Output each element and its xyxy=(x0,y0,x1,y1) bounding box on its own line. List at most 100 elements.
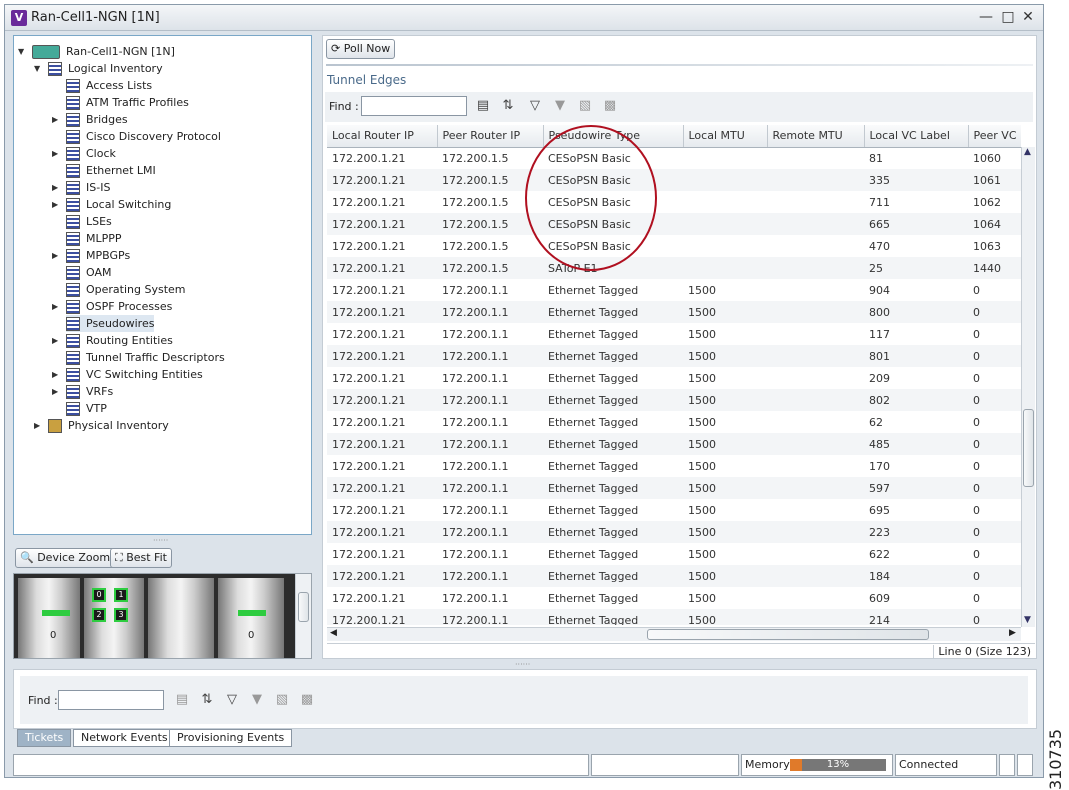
table-row[interactable]: 172.200.1.21 172.200.1.1 Ethernet Tagged 15… xyxy=(327,389,1021,411)
tree-item-vc-switching-entities[interactable]: ▶ VC Switching Entities xyxy=(52,366,203,383)
column-header[interactable]: Local Router IP xyxy=(327,125,438,148)
table-row[interactable]: 172.200.1.21 172.200.1.1 Ethernet Tagged 15… xyxy=(327,609,1021,625)
events-find-input[interactable] xyxy=(58,690,164,710)
h-scroll-thumb[interactable] xyxy=(647,629,929,640)
tree-item-access-lists[interactable]: Access Lists xyxy=(66,77,152,94)
minimize-icon[interactable]: — xyxy=(977,8,995,26)
maximize-icon[interactable]: □ xyxy=(999,8,1017,26)
expand-arrow-icon[interactable]: ▶ xyxy=(52,298,58,315)
column-header[interactable]: Peer VC xyxy=(968,125,1021,148)
expand-arrow-icon[interactable]: ▶ xyxy=(52,145,58,162)
splitter-handle[interactable]: ······ xyxy=(153,536,168,545)
expand-arrow-icon[interactable]: ▶ xyxy=(52,383,58,400)
tab-provisioning-events[interactable]: Provisioning Events xyxy=(169,729,293,747)
scroll-up-icon[interactable]: ▲ xyxy=(1024,147,1031,157)
tree-logical-inventory[interactable]: ▼ Logical Inventory xyxy=(34,60,163,77)
sort-icon[interactable]: ⇅ xyxy=(500,98,516,114)
sort-icon[interactable]: ⇅ xyxy=(199,692,215,708)
tree-item-ethernet-lmi[interactable]: Ethernet LMI xyxy=(66,162,156,179)
expand-arrow-icon[interactable]: ▶ xyxy=(52,366,58,383)
port-3[interactable]: 3 xyxy=(114,608,128,622)
tree-root[interactable]: ▼ Ran-Cell1-NGN [1N] xyxy=(18,43,175,60)
horizontal-splitter[interactable]: ······ xyxy=(515,660,530,669)
table-row[interactable]: 172.200.1.21 172.200.1.5 CESoPSN Basic 711 1… xyxy=(327,191,1021,213)
export-icon[interactable]: ▧ xyxy=(274,692,290,708)
tree-item-oam[interactable]: OAM xyxy=(66,264,111,281)
table-row[interactable]: 172.200.1.21 172.200.1.5 CESoPSN Basic 335 1… xyxy=(327,169,1021,191)
device-view[interactable]: 0 0123 0 xyxy=(13,573,312,659)
find-input[interactable] xyxy=(361,96,467,116)
tree-item-ospf-processes[interactable]: ▶ OSPF Processes xyxy=(52,298,172,315)
expand-arrow-icon[interactable]: ▼ xyxy=(34,60,40,77)
print-icon[interactable]: ▩ xyxy=(602,98,618,114)
table-row[interactable]: 172.200.1.21 172.200.1.1 Ethernet Tagged 15… xyxy=(327,433,1021,455)
table-row[interactable]: 172.200.1.21 172.200.1.5 CESoPSN Basic 665 1… xyxy=(327,213,1021,235)
table-row[interactable]: 172.200.1.21 172.200.1.1 Ethernet Tagged 15… xyxy=(327,367,1021,389)
table-row[interactable]: 172.200.1.21 172.200.1.5 CESoPSN Basic 81 10… xyxy=(327,147,1021,169)
tree-item-lses[interactable]: LSEs xyxy=(66,213,112,230)
column-header[interactable]: Local MTU xyxy=(683,125,768,148)
table-row[interactable]: 172.200.1.21 172.200.1.1 Ethernet Tagged 15… xyxy=(327,411,1021,433)
tree-item-mlppp[interactable]: MLPPP xyxy=(66,230,122,247)
tree-item-pseudowires[interactable]: Pseudowires xyxy=(66,315,155,332)
device-view-scrollbar[interactable] xyxy=(295,574,311,658)
table-vertical-scrollbar[interactable]: ▲ ▼ xyxy=(1021,147,1035,627)
scroll-thumb[interactable] xyxy=(1023,409,1034,487)
table-row[interactable]: 172.200.1.21 172.200.1.1 Ethernet Tagged 15… xyxy=(327,587,1021,609)
port-2[interactable]: 2 xyxy=(92,608,106,622)
tree-physical-inventory[interactable]: ▶ Physical Inventory xyxy=(34,417,169,434)
table-row[interactable]: 172.200.1.21 172.200.1.1 Ethernet Tagged 15… xyxy=(327,543,1021,565)
table-row[interactable]: 172.200.1.21 172.200.1.1 Ethernet Tagged 15… xyxy=(327,499,1021,521)
tab-network-events[interactable]: Network Events xyxy=(73,729,176,747)
scroll-right-icon[interactable]: ▶ xyxy=(1009,628,1016,638)
tree-item-routing-entities[interactable]: ▶ Routing Entities xyxy=(52,332,173,349)
expand-arrow-icon[interactable]: ▶ xyxy=(34,417,40,434)
expand-arrow-icon[interactable]: ▶ xyxy=(52,111,58,128)
advanced-filter-icon[interactable]: ▼ xyxy=(249,692,265,708)
table-row[interactable]: 172.200.1.21 172.200.1.1 Ethernet Tagged 15… xyxy=(327,323,1021,345)
table-row[interactable]: 172.200.1.21 172.200.1.1 Ethernet Tagged 15… xyxy=(327,301,1021,323)
tree-item-vtp[interactable]: VTP xyxy=(66,400,107,417)
tree-item-clock[interactable]: ▶ Clock xyxy=(52,145,116,162)
table-row[interactable]: 172.200.1.21 172.200.1.1 Ethernet Tagged 15… xyxy=(327,279,1021,301)
tree-item-tunnel-traffic-descriptors[interactable]: Tunnel Traffic Descriptors xyxy=(66,349,225,366)
print-icon[interactable]: ▩ xyxy=(299,692,315,708)
expand-arrow-icon[interactable]: ▶ xyxy=(52,332,58,349)
tree-item-is-is[interactable]: ▶ IS-IS xyxy=(52,179,110,196)
poll-now-button[interactable]: ⟳ Poll Now xyxy=(326,39,396,59)
table-row[interactable]: 172.200.1.21 172.200.1.1 Ethernet Tagged 15… xyxy=(327,455,1021,477)
expand-arrow-icon[interactable]: ▶ xyxy=(52,247,58,264)
tree-item-bridges[interactable]: ▶ Bridges xyxy=(52,111,128,128)
tree-item-mpbgps[interactable]: ▶ MPBGPs xyxy=(52,247,130,264)
expand-arrow-icon[interactable]: ▶ xyxy=(52,179,58,196)
table-row[interactable]: 172.200.1.21 172.200.1.5 SAToP E1 25 1440 xyxy=(327,257,1021,279)
tab-tickets[interactable]: Tickets xyxy=(17,729,72,747)
scroll-thumb[interactable] xyxy=(298,592,309,622)
tree-item-cisco-discovery-protocol[interactable]: Cisco Discovery Protocol xyxy=(66,128,221,145)
device-zoom-button[interactable]: 🔍 Device Zoom xyxy=(15,548,116,568)
tree-item-atm-traffic-profiles[interactable]: ATM Traffic Profiles xyxy=(66,94,189,111)
table-row[interactable]: 172.200.1.21 172.200.1.1 Ethernet Tagged 15… xyxy=(327,345,1021,367)
column-chooser-icon[interactable]: ▤ xyxy=(174,692,190,708)
table-row[interactable]: 172.200.1.21 172.200.1.1 Ethernet Tagged 15… xyxy=(327,477,1021,499)
expand-arrow-icon[interactable]: ▶ xyxy=(52,196,58,213)
table-row[interactable]: 172.200.1.21 172.200.1.5 CESoPSN Basic 470 1… xyxy=(327,235,1021,257)
tree-item-local-switching[interactable]: ▶ Local Switching xyxy=(52,196,171,213)
scroll-left-icon[interactable]: ◀ xyxy=(330,628,337,638)
tree-item-operating-system[interactable]: Operating System xyxy=(66,281,186,298)
tree-item-vrfs[interactable]: ▶ VRFs xyxy=(52,383,113,400)
close-icon[interactable]: ✕ xyxy=(1019,8,1037,26)
port-1[interactable]: 1 xyxy=(114,588,128,602)
table-row[interactable]: 172.200.1.21 172.200.1.1 Ethernet Tagged 15… xyxy=(327,565,1021,587)
table-row[interactable]: 172.200.1.21 172.200.1.1 Ethernet Tagged 15… xyxy=(327,521,1021,543)
filter-icon[interactable]: ▽ xyxy=(224,692,240,708)
export-icon[interactable]: ▧ xyxy=(577,98,593,114)
table-horizontal-scrollbar[interactable]: ◀ ▶ xyxy=(327,627,1021,641)
column-header[interactable]: Remote MTU xyxy=(767,125,865,148)
filter-icon[interactable]: ▽ xyxy=(527,98,543,114)
advanced-filter-icon[interactable]: ▼ xyxy=(552,98,568,114)
port-0[interactable]: 0 xyxy=(92,588,106,602)
expand-arrow-icon[interactable]: ▼ xyxy=(18,43,24,60)
best-fit-button[interactable]: ⛶ Best Fit xyxy=(110,548,172,568)
scroll-down-icon[interactable]: ▼ xyxy=(1024,615,1031,625)
